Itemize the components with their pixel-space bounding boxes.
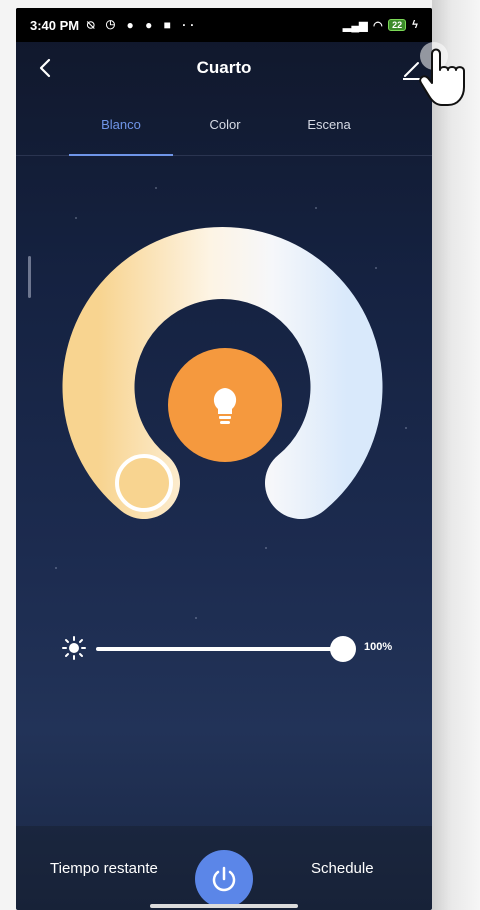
brightness-track[interactable] bbox=[96, 647, 342, 651]
home-indicator[interactable] bbox=[150, 904, 298, 908]
frame-shadow bbox=[432, 0, 480, 910]
brightness-thumb[interactable] bbox=[330, 636, 356, 662]
power-button[interactable] bbox=[195, 850, 253, 908]
pointer-hand-icon bbox=[419, 42, 465, 106]
light-toggle-button[interactable] bbox=[168, 348, 282, 462]
bulb-icon bbox=[213, 388, 237, 424]
phone-screen: 3:40 PM ⍉ ◷ ● ● ■ ·· ▂▄▆ ◜◝ 22 ϟ Cuarto … bbox=[16, 8, 432, 910]
brightness-value: 100% bbox=[364, 641, 393, 653]
brightness-slider[interactable]: 100% bbox=[16, 628, 432, 668]
bottom-bar: Tiempo restante Schedule bbox=[16, 826, 432, 910]
temperature-thumb bbox=[115, 454, 173, 512]
schedule-button[interactable]: Schedule bbox=[311, 860, 374, 877]
power-icon bbox=[212, 866, 236, 892]
sun-icon bbox=[62, 636, 86, 660]
timer-button[interactable]: Tiempo restante bbox=[50, 860, 158, 877]
